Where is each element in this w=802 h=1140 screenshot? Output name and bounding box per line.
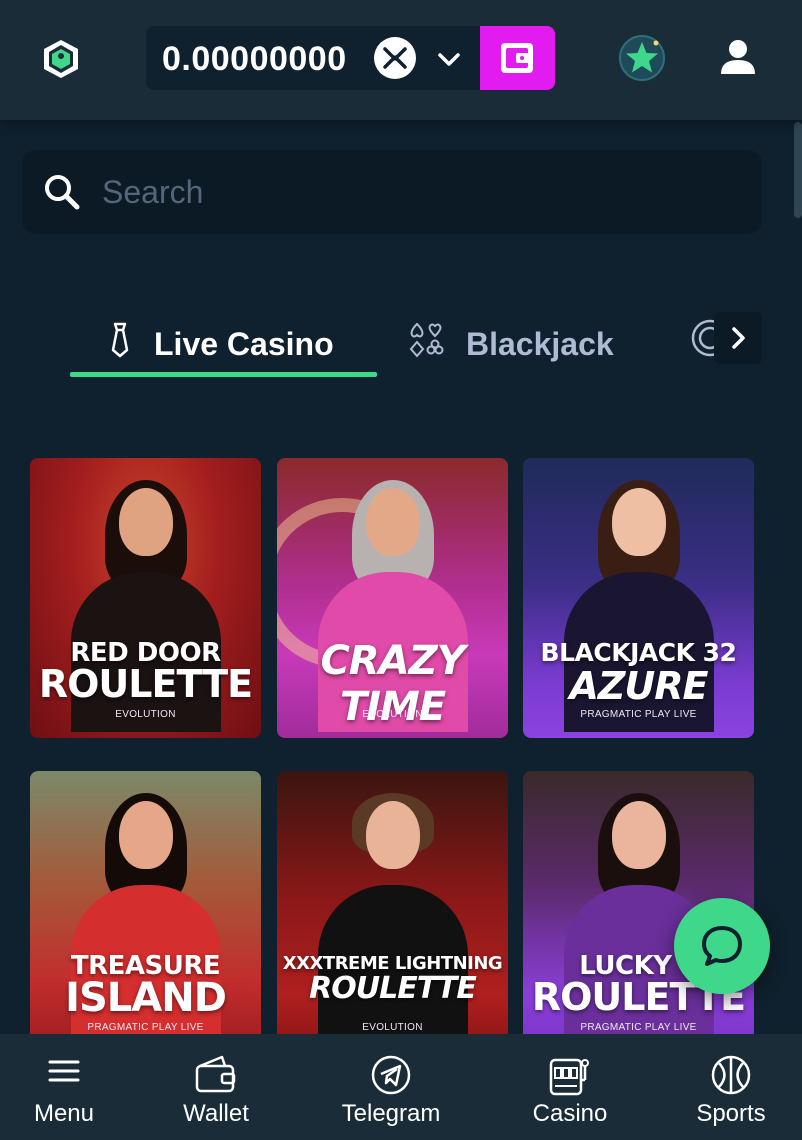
nav-telegram[interactable]: Telegram — [321, 1034, 461, 1140]
game-title-line2: AZURE — [569, 664, 708, 708]
nav-menu-label: Menu — [33, 1100, 95, 1127]
game-card-blackjack-32-azure[interactable]: BLACKJACK 32 AZURE PRAGMATIC PLAY LIVE — [523, 458, 754, 738]
game-provider: EVOLUTION — [115, 709, 176, 720]
nav-sports[interactable]: Sports — [661, 1034, 801, 1140]
chat-bubble-icon — [702, 926, 742, 966]
game-card-xxxtreme-lightning-roulette[interactable]: XXXTREME LIGHTNING ROULETTE EVOLUTION — [277, 771, 508, 1051]
telegram-icon — [371, 1055, 411, 1095]
game-card-treasure-island[interactable]: TREASURE ISLAND PRAGMATIC PLAY LIVE — [30, 771, 261, 1051]
tab-blackjack[interactable]: Blackjack — [408, 312, 668, 376]
chevron-right-icon — [732, 327, 745, 349]
tab-blackjack-label: Blackjack — [466, 325, 614, 362]
nav-wallet-label: Wallet — [183, 1100, 249, 1127]
necktie-icon — [108, 322, 132, 366]
game-provider: EVOLUTION — [362, 709, 423, 720]
nav-wallet[interactable]: Wallet — [146, 1034, 286, 1140]
game-title-line2: ROULETTE — [38, 662, 253, 706]
app-page: 0.00000000 Search Live Casino Blackjack … — [0, 0, 802, 1140]
tab-live-casino-label: Live Casino — [154, 325, 334, 362]
card-suits-icon — [408, 322, 444, 366]
profile-icon[interactable] — [718, 38, 758, 78]
game-provider: PRAGMATIC PLAY LIVE — [580, 709, 697, 720]
bottom-navigation: Menu Wallet Telegram Casino Sports — [0, 1034, 802, 1140]
live-chat-button[interactable] — [674, 898, 770, 994]
xrp-icon — [374, 37, 416, 79]
game-title-line2: ISLAND — [65, 975, 227, 1021]
tabs-scroll-right-button[interactable] — [714, 312, 762, 364]
game-title-line2: ROULETTE — [309, 971, 477, 1006]
top-header: 0.00000000 — [0, 0, 802, 120]
site-logo-icon[interactable] — [40, 38, 82, 80]
scrollbar-thumb[interactable] — [794, 122, 802, 218]
nav-casino-label: Casino — [532, 1100, 608, 1127]
menu-icon — [48, 1060, 80, 1082]
nav-casino[interactable]: Casino — [500, 1034, 640, 1140]
game-card-crazy-time[interactable]: CRAZY TIME EVOLUTION — [277, 458, 508, 738]
nav-menu[interactable]: Menu — [0, 1034, 134, 1140]
game-provider: EVOLUTION — [362, 1022, 423, 1033]
nav-telegram-label: Telegram — [341, 1100, 441, 1127]
search-icon — [42, 172, 82, 212]
game-card-red-door-roulette[interactable]: RED DOOR ROULETTE EVOLUTION — [30, 458, 261, 738]
chevron-down-icon[interactable] — [436, 46, 462, 72]
game-provider: PRAGMATIC PLAY LIVE — [580, 1022, 697, 1033]
active-tab-indicator — [70, 372, 377, 377]
balance-display[interactable]: 0.00000000 — [146, 26, 480, 90]
balance-amount: 0.00000000 — [162, 40, 347, 78]
wallet-icon — [195, 1055, 236, 1093]
nav-sports-label: Sports — [696, 1100, 766, 1127]
search-bar[interactable] — [22, 150, 762, 234]
wallet-button[interactable] — [480, 26, 555, 90]
tab-live-casino[interactable]: Live Casino — [70, 312, 377, 376]
game-provider: PRAGMATIC PLAY LIVE — [87, 1022, 204, 1033]
basketball-icon — [711, 1055, 751, 1095]
rewards-star-icon[interactable] — [618, 34, 666, 82]
slot-machine-icon — [549, 1058, 589, 1096]
game-title-line1: BLACKJACK 32 — [540, 638, 737, 667]
search-input[interactable] — [102, 150, 742, 234]
category-tabs: Live Casino Blackjack — [0, 300, 802, 390]
